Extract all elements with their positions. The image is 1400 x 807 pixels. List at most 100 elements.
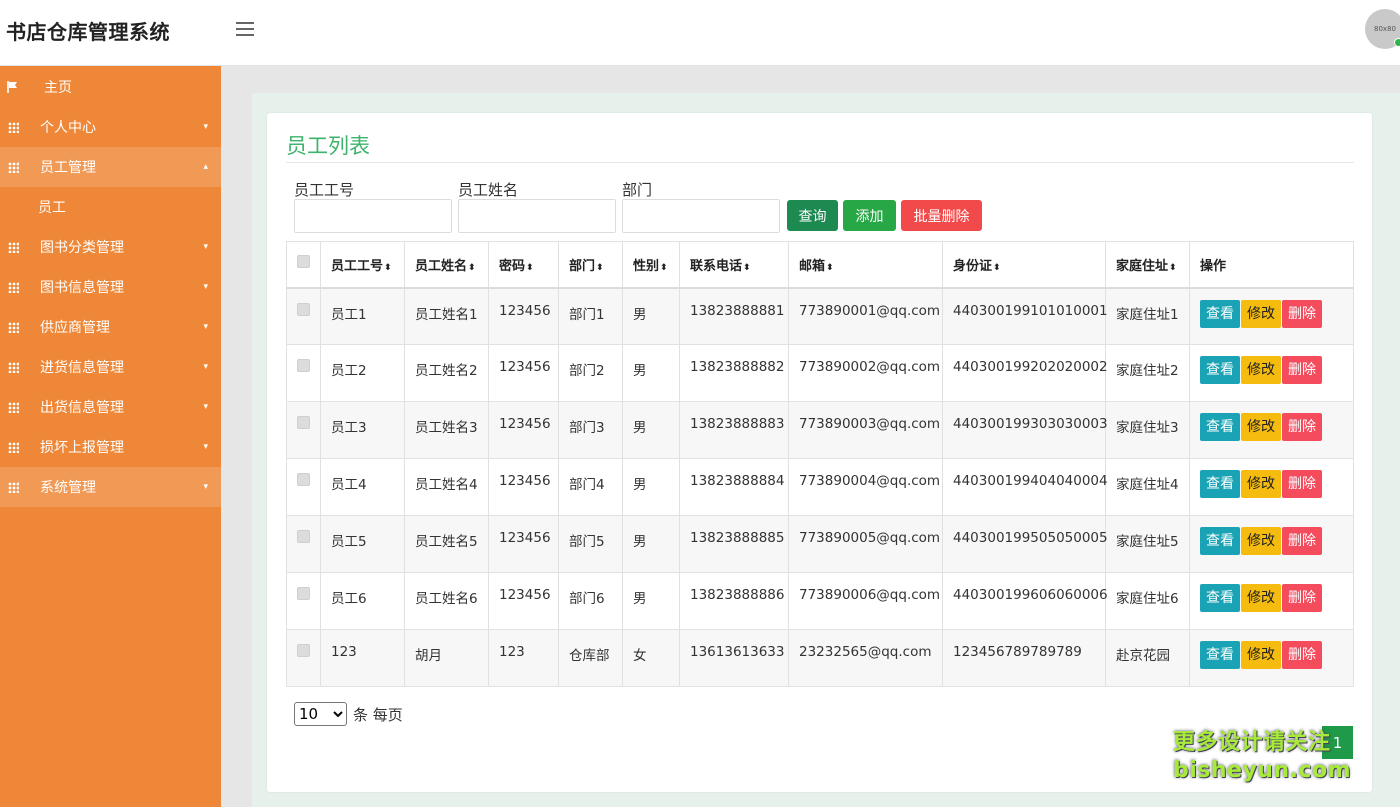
sidebar-item-damage-report[interactable]: 损坏上报管理 ▾ — [0, 427, 221, 467]
emp-no-input[interactable] — [294, 199, 452, 233]
sidebar-item-home[interactable]: 主页 — [0, 66, 221, 107]
column-header[interactable]: 家庭住址⬍ — [1105, 241, 1190, 289]
sort-icon: ⬍ — [596, 262, 604, 273]
delete-button[interactable]: 删除 — [1282, 299, 1322, 328]
select-all-cell[interactable] — [286, 241, 321, 289]
edit-button[interactable]: 修改 — [1241, 527, 1281, 555]
table-cell: 123456 — [488, 344, 559, 402]
sidebar-item-label: 主页 — [44, 79, 72, 96]
sort-icon: ⬍ — [526, 262, 534, 273]
online-status-dot — [1394, 38, 1400, 47]
select-all-checkbox[interactable] — [297, 254, 310, 268]
table-cell: 家庭住址3 — [1105, 401, 1190, 459]
table-cell: 部门3 — [558, 401, 623, 459]
view-button[interactable]: 查看 — [1200, 470, 1240, 498]
app-title: 书店仓库管理系统 — [6, 20, 170, 44]
sidebar-item-label: 系统管理 — [40, 480, 96, 496]
caret-down-icon: ▾ — [203, 122, 208, 132]
table-cell: 家庭住址1 — [1105, 287, 1190, 345]
watermark: 更多设计请关注 bisheyun.com — [1173, 730, 1352, 783]
sidebar-item-shipment[interactable]: 出货信息管理 ▾ — [0, 387, 221, 427]
table-cell: 440300199303030003 — [942, 401, 1108, 459]
table-cell: 440300199404040004 — [942, 458, 1108, 516]
employee-table: 员工工号⬍ 员工姓名⬍ 密码⬍ 部门⬍ 性别⬍ 联系电话⬍ 邮箱⬍ 身份证⬍ 家… — [286, 241, 1354, 687]
sort-icon: ⬍ — [993, 262, 1001, 273]
row-checkbox[interactable] — [297, 359, 310, 372]
row-checkbox[interactable] — [297, 587, 310, 600]
sidebar-item-book-info[interactable]: 图书信息管理 ▾ — [0, 267, 221, 307]
view-button[interactable]: 查看 — [1200, 413, 1240, 441]
delete-button[interactable]: 删除 — [1282, 470, 1322, 498]
dept-input[interactable] — [622, 199, 780, 233]
add-button[interactable]: 添加 — [843, 200, 896, 231]
row-checkbox[interactable] — [297, 530, 310, 543]
view-button[interactable]: 查看 — [1200, 584, 1240, 612]
page-size-select[interactable]: 10 — [294, 702, 347, 726]
sort-icon: ⬍ — [660, 262, 668, 273]
table-cell: 440300199505050005 — [942, 515, 1108, 573]
actions-cell: 查看 修改 删除 — [1189, 344, 1354, 402]
query-button[interactable]: 查询 — [787, 200, 838, 231]
column-header[interactable]: 邮箱⬍ — [788, 241, 943, 289]
edit-button[interactable]: 修改 — [1241, 584, 1281, 612]
actions-cell: 查看 修改 删除 — [1189, 572, 1354, 630]
view-button[interactable]: 查看 — [1200, 356, 1240, 384]
per-page-label: 条 每页 — [353, 705, 403, 724]
edit-button[interactable]: 修改 — [1241, 641, 1281, 669]
sidebar-item-supplier[interactable]: 供应商管理 ▾ — [0, 307, 221, 347]
sidebar-item-employee-management[interactable]: 员工管理 ▴ — [0, 147, 221, 187]
table-cell: 部门2 — [558, 344, 623, 402]
table-cell: 773890003@qq.com — [788, 401, 943, 459]
row-select-cell[interactable] — [286, 629, 321, 687]
table-cell: 123456 — [488, 572, 559, 630]
table-cell: 员工5 — [320, 515, 405, 573]
column-header[interactable]: 员工工号⬍ — [320, 241, 405, 289]
hamburger-menu-icon[interactable] — [236, 18, 258, 40]
table-cell: 13823888881 — [679, 287, 789, 345]
delete-button[interactable]: 删除 — [1282, 527, 1322, 555]
edit-button[interactable]: 修改 — [1241, 356, 1281, 384]
emp-name-input[interactable] — [458, 199, 616, 233]
view-button[interactable]: 查看 — [1200, 299, 1240, 328]
table-cell: 13823888882 — [679, 344, 789, 402]
sidebar-item-profile[interactable]: 个人中心 ▾ — [0, 107, 221, 147]
edit-button[interactable]: 修改 — [1241, 413, 1281, 441]
row-checkbox[interactable] — [297, 302, 310, 316]
table-cell: 赴京花园 — [1105, 629, 1190, 687]
sidebar-item-purchase[interactable]: 进货信息管理 ▾ — [0, 347, 221, 387]
column-header[interactable]: 部门⬍ — [558, 241, 623, 289]
row-checkbox[interactable] — [297, 644, 310, 657]
row-select-cell[interactable] — [286, 515, 321, 573]
edit-button[interactable]: 修改 — [1241, 470, 1281, 498]
row-select-cell[interactable] — [286, 458, 321, 516]
sidebar-item-system[interactable]: 系统管理 ▾ — [0, 467, 221, 507]
sidebar-item-book-category[interactable]: 图书分类管理 ▾ — [0, 227, 221, 267]
view-button[interactable]: 查看 — [1200, 641, 1240, 669]
column-header[interactable]: 联系电话⬍ — [679, 241, 789, 289]
view-button[interactable]: 查看 — [1200, 527, 1240, 555]
row-select-cell[interactable] — [286, 401, 321, 459]
delete-button[interactable]: 删除 — [1282, 413, 1322, 441]
delete-button[interactable]: 删除 — [1282, 356, 1322, 384]
batch-delete-button[interactable]: 批量删除 — [901, 200, 982, 231]
table-cell: 仓库部 — [558, 629, 623, 687]
delete-button[interactable]: 删除 — [1282, 584, 1322, 612]
column-header[interactable]: 身份证⬍ — [942, 241, 1106, 289]
table-cell: 员工6 — [320, 572, 405, 630]
sidebar-subitem-employee[interactable]: 员工 — [0, 187, 221, 227]
edit-button[interactable]: 修改 — [1241, 299, 1281, 328]
delete-button[interactable]: 删除 — [1282, 641, 1322, 669]
caret-down-icon: ▾ — [203, 242, 208, 252]
row-checkbox[interactable] — [297, 473, 310, 486]
column-header[interactable]: 性别⬍ — [622, 241, 680, 289]
grid-icon — [6, 160, 20, 174]
table-cell: 440300199101010001 — [942, 287, 1108, 345]
column-header: 操作 — [1189, 241, 1354, 289]
row-select-cell[interactable] — [286, 287, 321, 345]
caret-down-icon: ▾ — [203, 282, 208, 292]
column-header[interactable]: 员工姓名⬍ — [404, 241, 489, 289]
row-select-cell[interactable] — [286, 344, 321, 402]
column-header[interactable]: 密码⬍ — [488, 241, 559, 289]
row-select-cell[interactable] — [286, 572, 321, 630]
row-checkbox[interactable] — [297, 416, 310, 429]
